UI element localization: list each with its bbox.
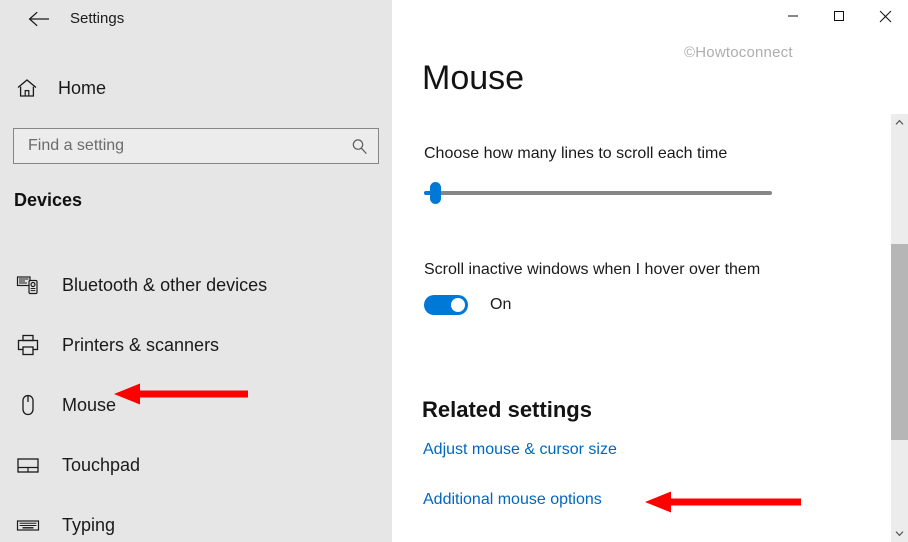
minimize-icon[interactable] bbox=[770, 0, 816, 32]
page-title: Mouse bbox=[422, 59, 525, 97]
keyboard-icon bbox=[16, 513, 40, 537]
sidebar-item-label: Bluetooth & other devices bbox=[62, 274, 268, 295]
search-icon[interactable] bbox=[340, 129, 378, 163]
link-additional-mouse-options[interactable]: Additional mouse options bbox=[423, 491, 602, 509]
search-input[interactable] bbox=[14, 137, 340, 155]
sidebar: Settings Home Devices bbox=[0, 0, 392, 542]
sidebar-titlebar: Settings bbox=[0, 0, 392, 36]
close-icon[interactable] bbox=[862, 0, 908, 32]
toggle-knob bbox=[451, 298, 465, 312]
content-scrollbar[interactable] bbox=[891, 114, 908, 542]
sidebar-item-typing[interactable]: Typing bbox=[0, 495, 392, 542]
link-adjust-mouse-and-cursor-size[interactable]: Adjust mouse & cursor size bbox=[423, 441, 617, 459]
back-arrow-icon[interactable] bbox=[24, 6, 54, 32]
app-title: Settings bbox=[70, 10, 125, 27]
content-pane: ©Howtoconnect Mouse Choose how many line… bbox=[392, 0, 908, 542]
bluetooth-devices-icon bbox=[16, 273, 40, 297]
scroll-inactive-windows-toggle[interactable] bbox=[424, 295, 468, 315]
chevron-down-icon[interactable] bbox=[891, 525, 908, 542]
printer-icon bbox=[16, 333, 40, 357]
sidebar-item-printers-and-scanners[interactable]: Printers & scanners bbox=[0, 315, 392, 375]
slider-thumb[interactable] bbox=[430, 182, 441, 204]
scroll-inactive-windows-row: On bbox=[424, 295, 511, 315]
scroll-inactive-windows-label: Scroll inactive windows when I hover ove… bbox=[424, 261, 761, 278]
sidebar-nav: Bluetooth & other devices Printers & sca… bbox=[0, 255, 392, 542]
window-controls bbox=[770, 0, 908, 32]
sidebar-item-label: Mouse bbox=[62, 394, 117, 415]
watermark: ©Howtoconnect bbox=[684, 44, 793, 61]
touchpad-icon bbox=[16, 453, 40, 477]
sidebar-item-label: Touchpad bbox=[62, 454, 141, 475]
scroll-lines-label: Choose how many lines to scroll each tim… bbox=[424, 145, 728, 162]
scroll-lines-slider[interactable] bbox=[424, 182, 772, 204]
sidebar-item-label: Printers & scanners bbox=[62, 334, 220, 355]
home-label: Home bbox=[58, 77, 107, 98]
sidebar-item-label: Typing bbox=[62, 514, 116, 535]
sidebar-section-title: Devices bbox=[14, 190, 83, 210]
sidebar-item-bluetooth-and-other-devices[interactable]: Bluetooth & other devices bbox=[0, 255, 392, 315]
sidebar-item-mouse[interactable]: Mouse bbox=[0, 375, 392, 435]
toggle-state-label: On bbox=[490, 296, 512, 313]
related-settings-title: Related settings bbox=[422, 397, 592, 422]
search-box[interactable] bbox=[13, 128, 379, 164]
sidebar-item-touchpad[interactable]: Touchpad bbox=[0, 435, 392, 495]
scrollbar-thumb[interactable] bbox=[891, 244, 908, 440]
settings-window: Settings Home Devices bbox=[0, 0, 908, 542]
home-icon bbox=[16, 77, 38, 99]
slider-track[interactable] bbox=[438, 191, 772, 195]
mouse-icon bbox=[16, 393, 40, 417]
sidebar-item-home[interactable]: Home bbox=[16, 70, 246, 106]
maximize-icon[interactable] bbox=[816, 0, 862, 32]
chevron-up-icon[interactable] bbox=[891, 114, 908, 131]
